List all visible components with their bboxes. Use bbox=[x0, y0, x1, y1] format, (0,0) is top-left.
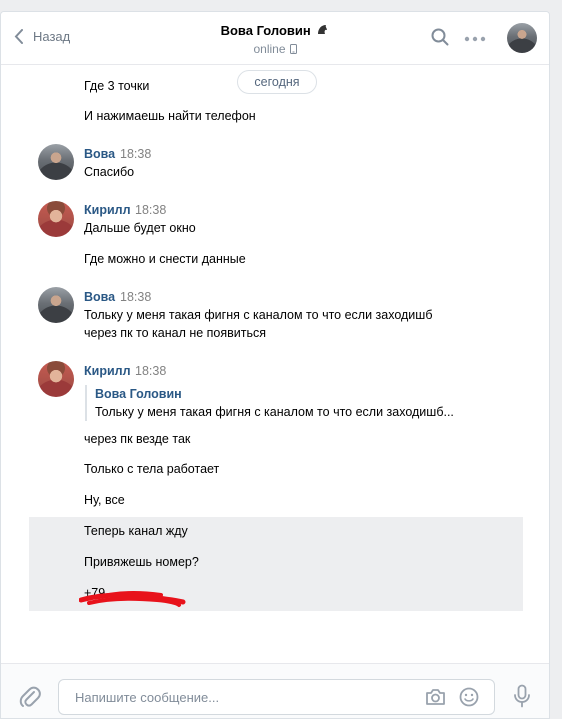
message-author[interactable]: Кирилл bbox=[84, 364, 131, 378]
message-text: через пк везде так bbox=[84, 432, 191, 446]
chat-title: Вова Головин bbox=[220, 23, 311, 38]
message-author[interactable]: Вова bbox=[84, 147, 115, 161]
more-icon[interactable] bbox=[464, 36, 486, 42]
avatar[interactable] bbox=[38, 144, 74, 180]
message-input[interactable] bbox=[73, 689, 417, 706]
avatar[interactable] bbox=[38, 361, 74, 397]
message-time[interactable]: 18:38 bbox=[120, 147, 151, 161]
message-text: Тольку у меня такая фигня с каналом то ч… bbox=[84, 308, 433, 322]
avatar[interactable] bbox=[38, 287, 74, 323]
phone-icon bbox=[289, 44, 297, 54]
camera-icon[interactable] bbox=[425, 688, 446, 706]
chat-panel: Назад Вова Головин online сегодня Где 3 … bbox=[0, 11, 550, 719]
message-time[interactable]: 18:38 bbox=[120, 290, 151, 304]
message-input-box[interactable] bbox=[58, 679, 495, 715]
message-author[interactable]: Кирилл bbox=[84, 203, 131, 217]
message-text: Где 3 точки bbox=[84, 79, 150, 93]
emoji-icon bbox=[318, 25, 328, 34]
avatar[interactable] bbox=[507, 23, 537, 53]
quote-author[interactable]: Вова Головин bbox=[95, 385, 495, 403]
search-icon[interactable] bbox=[431, 28, 449, 46]
message-text: Спасибо bbox=[84, 165, 135, 179]
message-text: через пк то канал не появиться bbox=[84, 326, 267, 340]
status-text: online bbox=[253, 42, 286, 56]
message-text: Теперь канал жду bbox=[84, 524, 188, 538]
message-text: Где можно и снести данные bbox=[84, 252, 246, 266]
message-text: И нажимаешь найти телефон bbox=[84, 109, 256, 123]
chat-header: Назад Вова Головин online bbox=[1, 12, 549, 65]
chat-status: online bbox=[253, 42, 297, 56]
date-divider: сегодня bbox=[237, 70, 317, 94]
redaction-scribble bbox=[79, 590, 186, 607]
paperclip-icon[interactable] bbox=[19, 686, 41, 708]
message-text: Дальше будет окно bbox=[84, 221, 196, 235]
reply-quote[interactable]: Вова Головин Тольку у меня такая фигня с… bbox=[85, 385, 495, 421]
message-time[interactable]: 18:38 bbox=[135, 364, 166, 378]
smile-icon[interactable] bbox=[459, 687, 479, 707]
avatar[interactable] bbox=[38, 201, 74, 237]
quote-text: Тольку у меня такая фигня с каналом то ч… bbox=[95, 405, 454, 419]
message-composer bbox=[1, 663, 549, 718]
message-text: Только с тела работает bbox=[84, 462, 220, 476]
microphone-icon[interactable] bbox=[513, 684, 531, 708]
message-author[interactable]: Вова bbox=[84, 290, 115, 304]
message-text: Привяжешь номер? bbox=[84, 555, 199, 569]
message-text: Ну, все bbox=[84, 493, 125, 507]
message-time[interactable]: 18:38 bbox=[135, 203, 166, 217]
